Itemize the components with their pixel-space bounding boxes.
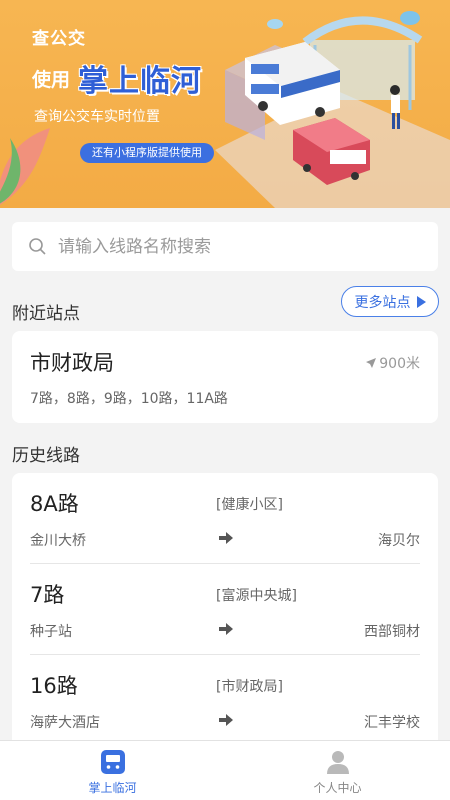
arrow-right-icon xyxy=(219,714,233,726)
route-direction: [健康小区] xyxy=(216,497,283,513)
route-name: 16路 xyxy=(30,674,78,698)
banner-slogan-prefix: 使用 xyxy=(32,68,71,91)
nearby-station-card[interactable]: 市财政局 900米 7路，8路，9路，10路，11A路 xyxy=(12,331,438,423)
history-route-item[interactable]: 16路 [市财政局] 海萨大酒店 汇丰学校 xyxy=(30,655,420,740)
route-name: 8A路 xyxy=(30,492,79,516)
more-stations-label: 更多站点 xyxy=(354,294,411,311)
play-arrow-icon xyxy=(416,295,426,308)
leaf-decoration-icon xyxy=(0,128,50,205)
route-to: 西部铜材 xyxy=(364,624,420,640)
route-direction: [市财政局] xyxy=(216,679,283,695)
nearby-section-title: 附近站点 xyxy=(12,304,80,324)
tab-home-label: 掌上临河 xyxy=(88,781,137,795)
banner-subtitle: 查询公交车实时位置 xyxy=(34,109,160,125)
search-bar[interactable] xyxy=(12,222,438,271)
banner-heading: 查公交 xyxy=(32,29,86,49)
history-route-item[interactable]: 7路 [富源中央城] 种子站 西部铜材 xyxy=(30,564,420,655)
history-route-item[interactable]: 8A路 [健康小区] 金川大桥 海贝尔 xyxy=(30,473,420,564)
route-from: 种子站 xyxy=(30,624,72,640)
history-section-title: 历史线路 xyxy=(12,446,80,466)
bus-station-illustration xyxy=(215,11,450,208)
station-distance-value: 900米 xyxy=(379,356,420,372)
banner-slogan: 使用 掌上临河 xyxy=(32,56,202,100)
station-name: 市财政局 xyxy=(30,351,114,375)
tab-home[interactable]: 掌上临河 xyxy=(0,741,225,800)
route-to: 汇丰学校 xyxy=(364,715,420,731)
route-from: 海萨大酒店 xyxy=(30,715,100,731)
tab-profile[interactable]: 个人中心 xyxy=(225,741,450,800)
station-distance: 900米 xyxy=(365,353,420,373)
route-name: 7路 xyxy=(30,583,65,607)
station-lines: 7路，8路，9路，10路，11A路 xyxy=(30,391,228,407)
bottom-tab-bar: 掌上临河 个人中心 xyxy=(0,740,450,800)
search-input[interactable] xyxy=(58,236,418,257)
route-direction: [富源中央城] xyxy=(216,588,297,604)
bus-icon xyxy=(100,750,125,774)
route-from: 金川大桥 xyxy=(30,533,86,549)
user-icon xyxy=(326,751,349,774)
history-routes-card: 8A路 [健康小区] 金川大桥 海贝尔 7路 [富源中央城] 种子站 西部铜材 … xyxy=(12,473,438,740)
location-arrow-icon xyxy=(366,358,377,368)
more-stations-button[interactable]: 更多站点 xyxy=(341,286,439,317)
arrow-right-icon xyxy=(219,623,233,635)
mini-program-pill[interactable]: 还有小程序版提供使用 xyxy=(80,143,214,163)
route-to: 海贝尔 xyxy=(378,533,420,549)
search-icon xyxy=(29,237,46,255)
arrow-right-icon xyxy=(219,532,233,544)
banner-brand: 掌上临河 xyxy=(78,64,203,99)
tab-profile-label: 个人中心 xyxy=(313,781,362,795)
promo-banner[interactable]: 查公交 使用 掌上临河 查询公交车实时位置 还有小程序版提供使用 xyxy=(0,0,450,208)
